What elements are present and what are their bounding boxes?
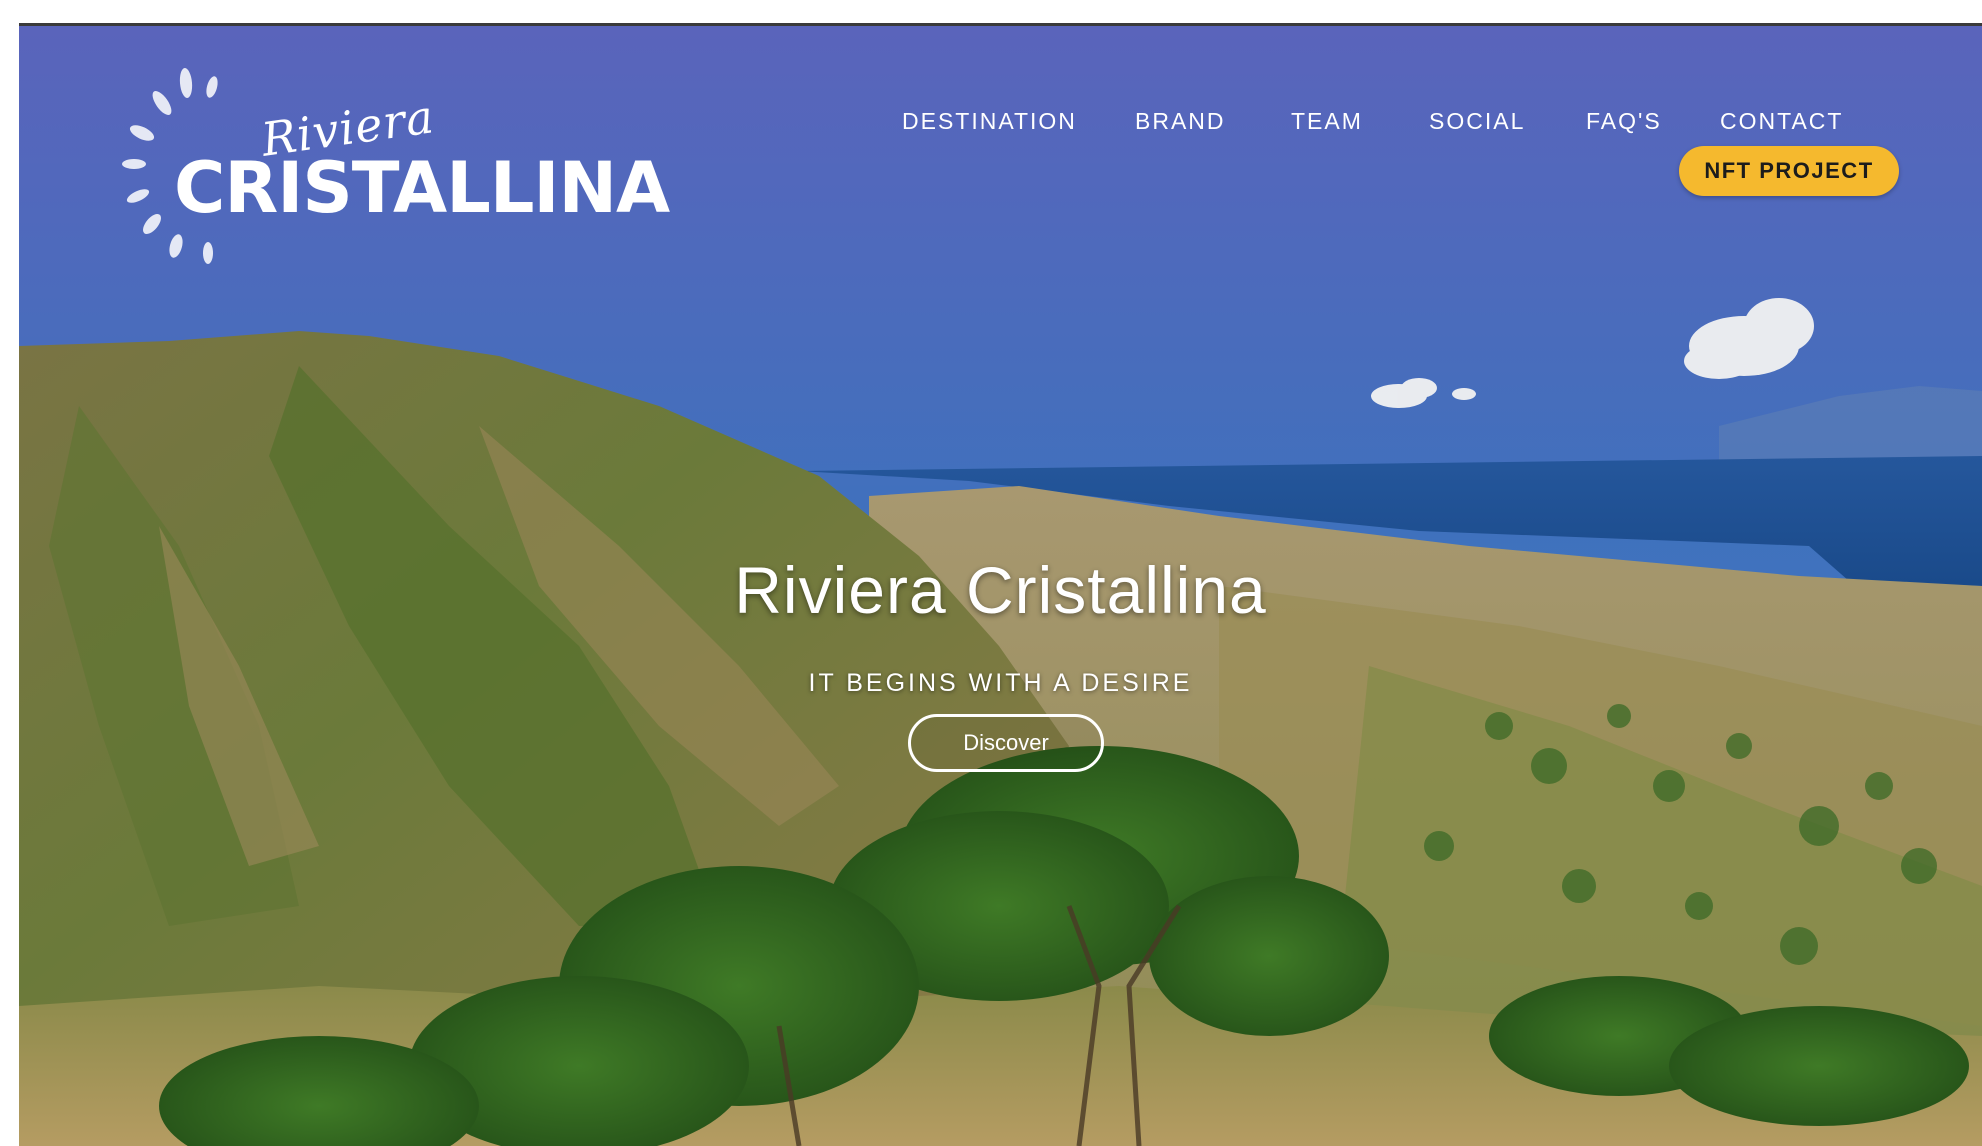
nav-item-faqs[interactable]: FAQ'S [1586, 108, 1662, 135]
discover-button[interactable]: Discover [908, 714, 1104, 772]
page: Riviera CRISTALLINA DESTINATION BRAND TE… [0, 0, 1982, 1146]
logo-main-text: CRISTALLINA [174, 147, 670, 229]
nav-item-team[interactable]: TEAM [1291, 108, 1363, 135]
nav-item-contact[interactable]: CONTACT [1720, 108, 1843, 135]
nav-item-brand[interactable]: BRAND [1135, 108, 1226, 135]
nav-item-destination[interactable]: DESTINATION [902, 108, 1077, 135]
hero-subtitle: IT BEGINS WITH A DESIRE [808, 669, 1193, 697]
brand-logo[interactable]: Riviera CRISTALLINA [122, 61, 670, 276]
nft-project-button[interactable]: NFT PROJECT [1679, 146, 1899, 196]
hero-section: Riviera CRISTALLINA DESTINATION BRAND TE… [19, 26, 1982, 1146]
nav-item-social[interactable]: SOCIAL [1429, 108, 1525, 135]
hero-title: Riviera Cristallina [734, 553, 1267, 627]
main-navigation: DESTINATION BRAND TEAM SOCIAL FAQ'S CONT… [19, 108, 1982, 148]
